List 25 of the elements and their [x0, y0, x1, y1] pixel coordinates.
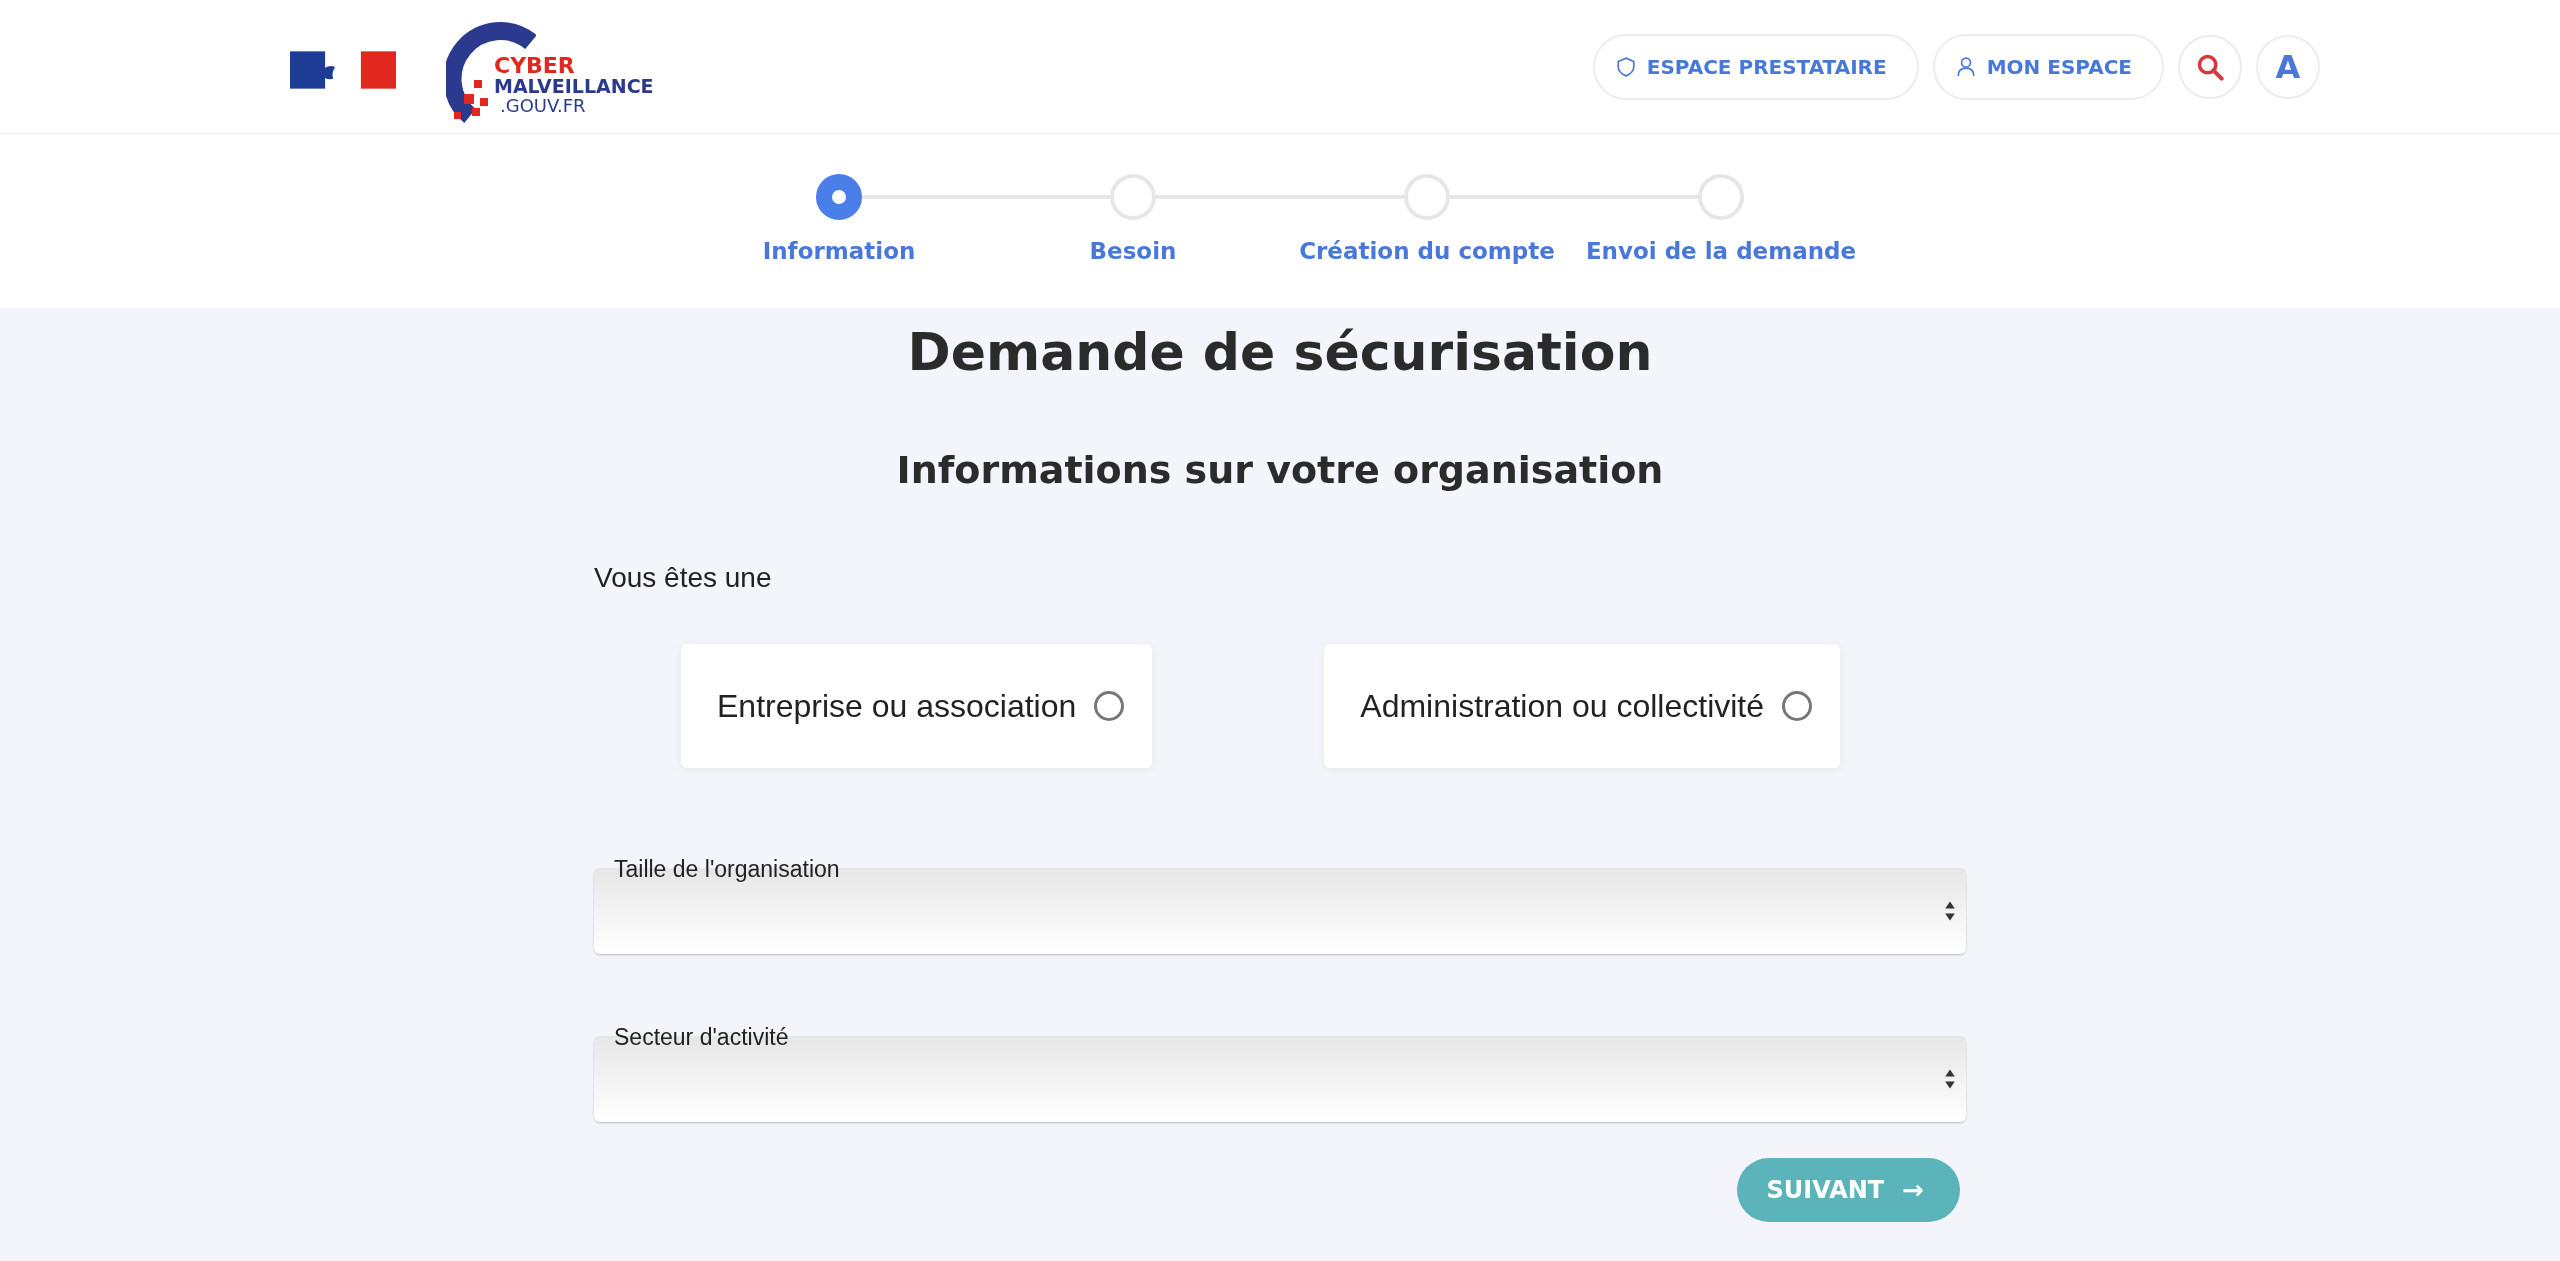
up-down-arrows-icon [1944, 900, 1956, 922]
account-button[interactable]: MON ESPACE [1932, 33, 2164, 100]
radio-button[interactable] [1094, 691, 1125, 721]
logo-text: .GOUV.FR [500, 96, 587, 116]
question-text: Vous êtes une [594, 562, 773, 594]
choice-card[interactable]: Entreprise ou association [681, 644, 1153, 768]
choice-card[interactable]: Administration ou collectivité [1324, 644, 1841, 768]
logo-text: CYBER [494, 53, 576, 77]
shield-icon [1616, 56, 1635, 77]
up-down-arrows-icon [1944, 1068, 1956, 1090]
next-button[interactable]: SUIVANT → [1736, 1158, 1960, 1222]
logo-text: MALVEILLANCE [494, 76, 654, 97]
step-label[interactable]: Besoin [1089, 238, 1177, 264]
search-icon [2196, 52, 2224, 81]
field-label: Taille de l'organisation [614, 856, 840, 883]
user-icon [1956, 56, 1975, 77]
step-label[interactable]: Création du compte [1299, 238, 1555, 264]
provider-space-button[interactable]: ESPACE PRESTATAIRE [1592, 33, 1919, 100]
field-label: Secteur d'activité [614, 1024, 789, 1051]
step-label[interactable]: Information [762, 238, 916, 264]
accessibility-button[interactable]: A [2256, 34, 2320, 99]
step-label[interactable]: Envoi de la demande [1585, 238, 1857, 264]
radio-button[interactable] [1782, 691, 1813, 721]
section-title: Informations sur votre organisation [896, 448, 1664, 492]
page-title: Demande de sécurisation [907, 322, 1653, 382]
